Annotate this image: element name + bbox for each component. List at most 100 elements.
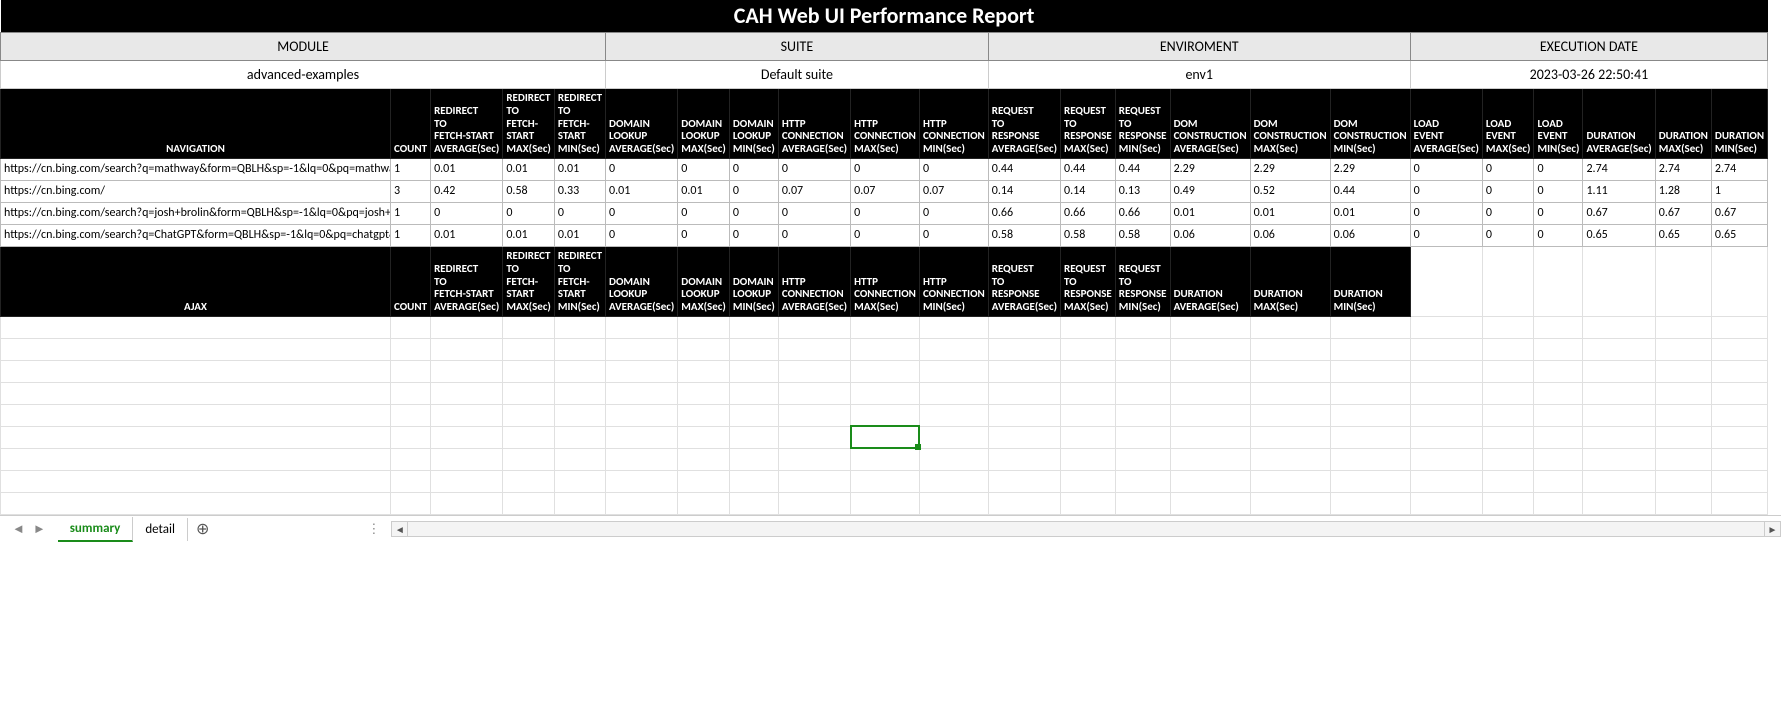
empty-cell[interactable]	[1482, 492, 1534, 514]
empty-cell[interactable]	[1330, 338, 1410, 360]
empty-cell[interactable]	[554, 404, 605, 426]
empty-cell[interactable]	[606, 382, 678, 404]
empty-cell[interactable]	[1583, 470, 1655, 492]
empty-cell[interactable]	[1655, 360, 1711, 382]
data-cell[interactable]: 1	[391, 224, 431, 246]
empty-cell[interactable]	[1170, 470, 1250, 492]
empty-cell[interactable]	[1, 426, 391, 448]
horizontal-scrollbar[interactable]: ◄ ►	[391, 521, 1781, 537]
data-cell[interactable]: 0.01	[431, 224, 503, 246]
empty-cell[interactable]	[1482, 404, 1534, 426]
empty-cell[interactable]	[988, 492, 1060, 514]
sheet-nav-prev-icon[interactable]: ◄	[12, 521, 25, 537]
empty-cell[interactable]	[1330, 382, 1410, 404]
empty-cell[interactable]	[1711, 360, 1767, 382]
data-cell[interactable]: 0.01	[1250, 202, 1330, 224]
empty-cell[interactable]	[431, 426, 503, 448]
data-cell[interactable]: 0	[1410, 158, 1482, 180]
empty-cell[interactable]	[1170, 492, 1250, 514]
empty-cell[interactable]	[606, 404, 678, 426]
empty-cell[interactable]	[988, 404, 1060, 426]
empty-cell[interactable]	[1170, 404, 1250, 426]
empty-cell[interactable]	[988, 448, 1060, 470]
empty-cell[interactable]	[919, 338, 988, 360]
data-cell[interactable]: 0	[729, 202, 778, 224]
empty-cell[interactable]	[1583, 492, 1655, 514]
data-cell[interactable]: 0	[778, 158, 850, 180]
data-cell[interactable]: 0	[851, 224, 920, 246]
empty-cell[interactable]	[554, 448, 605, 470]
empty-cell[interactable]	[606, 448, 678, 470]
data-cell[interactable]: 0.01	[1330, 202, 1410, 224]
empty-cell[interactable]	[988, 360, 1060, 382]
tab-summary[interactable]: summary	[58, 517, 134, 542]
empty-cell[interactable]	[606, 360, 678, 382]
empty-cell[interactable]	[606, 492, 678, 514]
empty-cell[interactable]	[729, 338, 778, 360]
empty-cell[interactable]	[778, 448, 850, 470]
empty-cell[interactable]	[851, 404, 920, 426]
empty-cell[interactable]	[1250, 492, 1330, 514]
empty-cell[interactable]	[431, 492, 503, 514]
data-cell[interactable]: 0	[606, 224, 678, 246]
empty-cell[interactable]	[851, 470, 920, 492]
data-cell[interactable]: 0.44	[1330, 180, 1410, 202]
empty-cell[interactable]	[503, 426, 555, 448]
empty-cell[interactable]	[1115, 316, 1170, 338]
empty-cell[interactable]	[1, 492, 391, 514]
data-cell[interactable]: 0.01	[554, 224, 605, 246]
empty-cell[interactable]	[1711, 426, 1767, 448]
data-cell[interactable]: 0	[919, 158, 988, 180]
empty-cell[interactable]	[503, 360, 555, 382]
data-cell[interactable]: 0	[851, 202, 920, 224]
data-cell[interactable]: 3	[391, 180, 431, 202]
data-cell[interactable]: 0	[1410, 202, 1482, 224]
empty-cell[interactable]	[1410, 404, 1482, 426]
data-cell[interactable]: 0.01	[431, 158, 503, 180]
empty-cell[interactable]	[1, 404, 391, 426]
data-cell[interactable]: 0	[1482, 202, 1534, 224]
empty-cell[interactable]	[1115, 338, 1170, 360]
data-cell[interactable]: 0.66	[1115, 202, 1170, 224]
empty-cell[interactable]	[1583, 338, 1655, 360]
empty-cell[interactable]	[778, 404, 850, 426]
empty-cell[interactable]	[1330, 426, 1410, 448]
data-cell[interactable]: 1.28	[1655, 180, 1711, 202]
empty-cell[interactable]	[1482, 448, 1534, 470]
empty-cell[interactable]	[1330, 404, 1410, 426]
empty-cell[interactable]	[1115, 404, 1170, 426]
empty-cell[interactable]	[1655, 448, 1711, 470]
empty-cell[interactable]	[1534, 470, 1583, 492]
data-cell[interactable]: 2.29	[1170, 158, 1250, 180]
empty-cell[interactable]	[1410, 470, 1482, 492]
data-cell[interactable]: 0.58	[988, 224, 1060, 246]
empty-cell[interactable]	[919, 492, 988, 514]
empty-cell[interactable]	[1534, 360, 1583, 382]
data-cell[interactable]: 0.42	[431, 180, 503, 202]
empty-cell[interactable]	[1655, 316, 1711, 338]
empty-cell[interactable]	[1115, 426, 1170, 448]
empty-cell[interactable]	[988, 316, 1060, 338]
empty-cell[interactable]	[919, 426, 988, 448]
empty-cell[interactable]	[1410, 448, 1482, 470]
selected-cell[interactable]	[851, 426, 920, 448]
empty-cell[interactable]	[1655, 382, 1711, 404]
empty-cell[interactable]	[851, 360, 920, 382]
empty-cell[interactable]	[851, 492, 920, 514]
empty-cell[interactable]	[1655, 492, 1711, 514]
tab-detail[interactable]: detail	[133, 518, 188, 541]
data-cell[interactable]: 0	[778, 202, 850, 224]
sheet-nav-next-icon[interactable]: ►	[33, 521, 46, 537]
navigation-cell[interactable]: https://cn.bing.com/	[1, 180, 391, 202]
data-cell[interactable]: 0.01	[606, 180, 678, 202]
empty-cell[interactable]	[729, 382, 778, 404]
empty-cell[interactable]	[503, 382, 555, 404]
data-cell[interactable]: 1	[1711, 180, 1767, 202]
data-cell[interactable]: 2.29	[1330, 158, 1410, 180]
empty-cell[interactable]	[391, 470, 431, 492]
empty-cell[interactable]	[1655, 338, 1711, 360]
empty-cell[interactable]	[729, 426, 778, 448]
empty-cell[interactable]	[1061, 316, 1116, 338]
data-cell[interactable]: 0.65	[1711, 224, 1767, 246]
empty-cell[interactable]	[1711, 448, 1767, 470]
